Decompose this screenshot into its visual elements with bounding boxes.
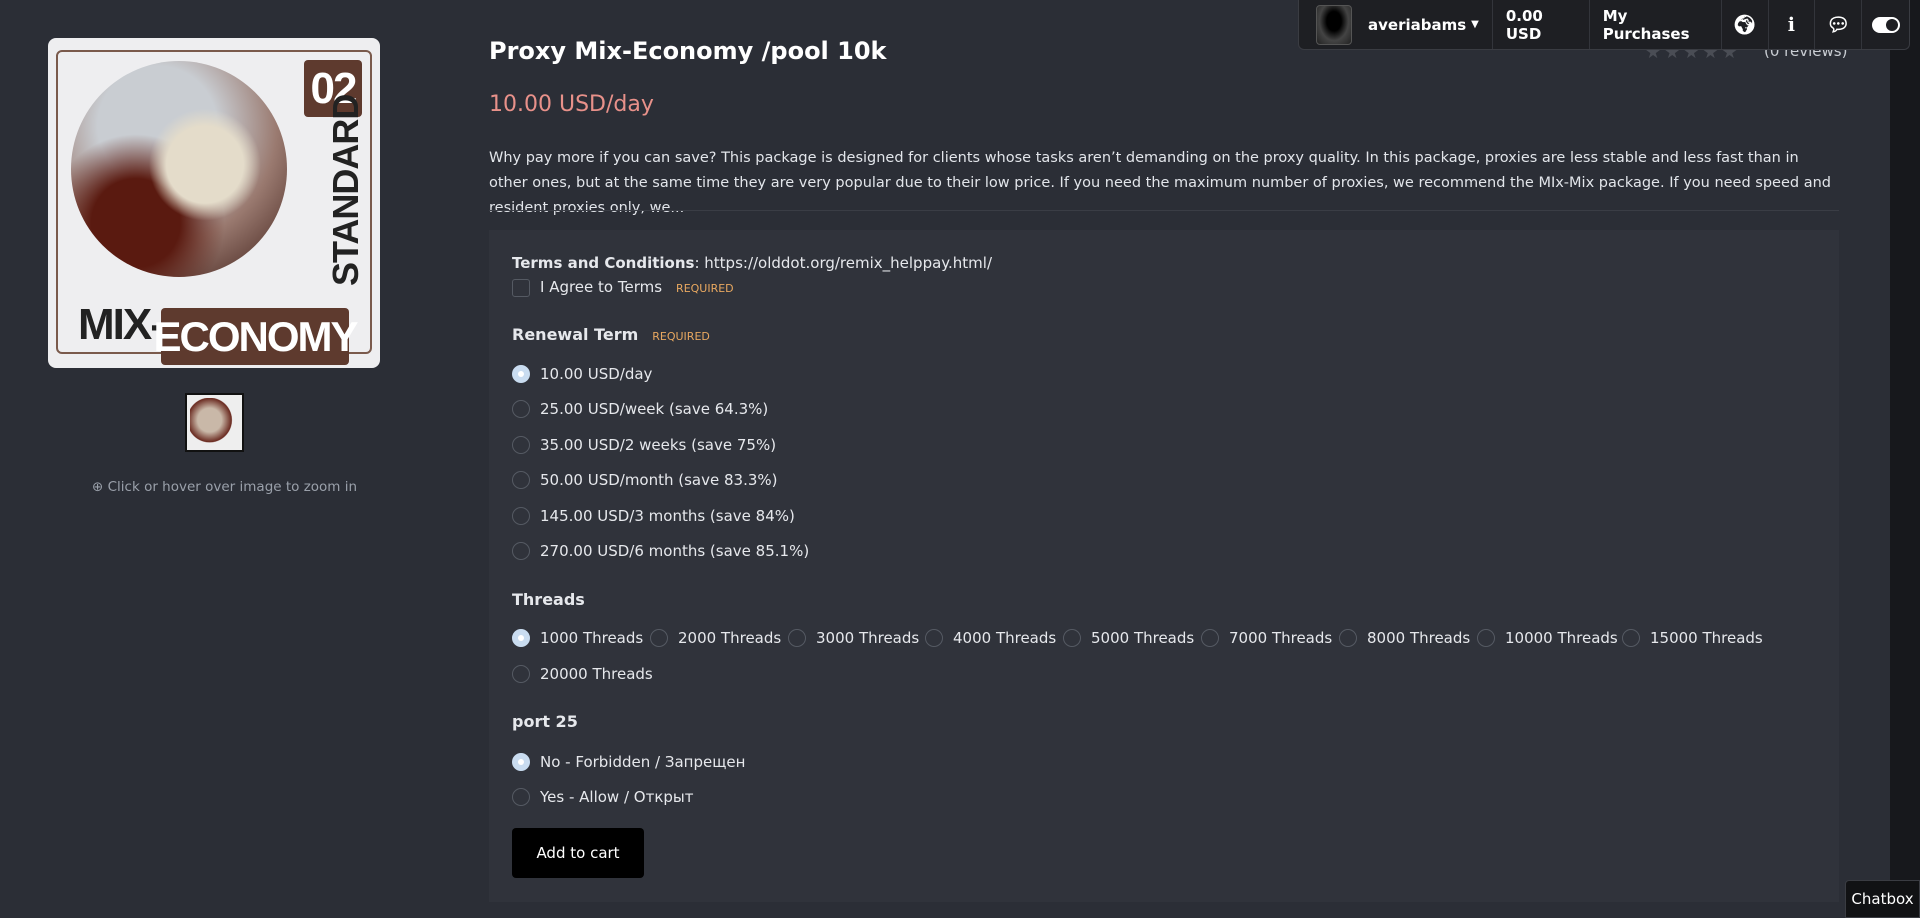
globe-icon[interactable]: 🌍︎ [1722, 0, 1769, 49]
divider [489, 210, 1839, 211]
zoom-icon: ⊕ [92, 479, 104, 495]
info-icon[interactable]: ℹ [1769, 0, 1816, 49]
renewal-option[interactable]: 10.00 USD/day [512, 365, 652, 383]
renewal-option[interactable]: 270.00 USD/6 months (save 85.1%) [512, 542, 809, 560]
logo-standard: STANDARD [325, 94, 366, 286]
top-bar: averiabams ▼ 0.00 USD My Purchases 🌍︎ ℹ 💬… [1298, 0, 1910, 50]
renewal-option[interactable]: 145.00 USD/3 months (save 84%) [512, 507, 795, 525]
threads-option[interactable]: 20000 Threads [512, 665, 653, 683]
renewal-option[interactable]: 25.00 USD/week (save 64.3%) [512, 400, 768, 418]
my-purchases-link[interactable]: My Purchases [1590, 0, 1722, 49]
avatar [1316, 4, 1352, 45]
balance[interactable]: 0.00 USD [1493, 0, 1590, 49]
renewal-option[interactable]: 35.00 USD/2 weeks (save 75%) [512, 436, 776, 454]
threads-option[interactable]: 8000 Threads [1339, 629, 1470, 647]
threads-option[interactable]: 2000 Threads [650, 629, 781, 647]
product-price: 10.00 USD/day [489, 92, 654, 117]
threads-heading: Threads [512, 590, 585, 609]
port-option[interactable]: No - Forbidden / Запрещен [512, 753, 745, 771]
scrollbar[interactable] [1890, 0, 1920, 918]
threads-option[interactable]: 3000 Threads [788, 629, 919, 647]
logo-economy: ECONOMY [154, 308, 359, 365]
port-heading: port 25 [512, 712, 578, 731]
threads-option[interactable]: 15000 Threads [1622, 629, 1763, 647]
agree-label: I Agree to Terms REQUIRED [540, 278, 734, 296]
renewal-heading: Renewal Term REQUIRED [512, 325, 710, 344]
product-title: Proxy Mix-Economy /pool 10k [489, 37, 887, 65]
terms-link[interactable]: https://olddot.org/remix_helppay.html/ [704, 254, 992, 272]
threads-option[interactable]: 1000 Threads [512, 629, 643, 647]
threads-option[interactable]: 10000 Threads [1477, 629, 1618, 647]
agree-checkbox[interactable] [512, 279, 530, 297]
planet-graphic [71, 61, 287, 277]
add-to-cart-button[interactable]: Add to cart [512, 828, 644, 878]
logo-mix: MIX- [78, 300, 165, 349]
terms-line: Terms and Conditions: https://olddot.org… [512, 254, 993, 272]
port-option[interactable]: Yes - Allow / Открыт [512, 788, 694, 806]
theme-toggle-icon[interactable] [1862, 0, 1909, 49]
chatbox-button[interactable]: Chatbox [1845, 880, 1920, 918]
threads-option[interactable]: 7000 Threads [1201, 629, 1332, 647]
threads-option[interactable]: 4000 Threads [925, 629, 1056, 647]
zoom-hint: ⊕ Click or hover over image to zoom in [92, 479, 358, 495]
chat-bubbles-icon[interactable]: 💬︎ [1815, 0, 1863, 49]
thumbnail[interactable] [185, 393, 244, 452]
renewal-option[interactable]: 50.00 USD/month (save 83.3%) [512, 471, 778, 489]
caret-down-icon: ▼ [1471, 19, 1479, 30]
product-image[interactable]: 02 STANDARD MIX- ECONOMY [48, 38, 380, 368]
threads-option[interactable]: 5000 Threads [1063, 629, 1194, 647]
user-menu[interactable]: averiabams ▼ [1299, 0, 1493, 49]
